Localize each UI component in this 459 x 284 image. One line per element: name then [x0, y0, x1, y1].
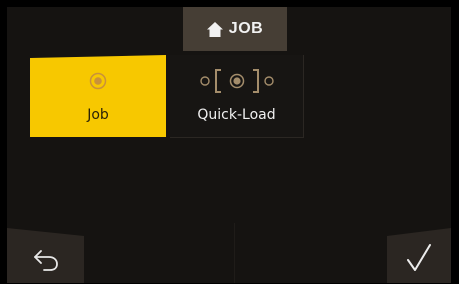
- page-title: JOB: [228, 20, 264, 37]
- page-title-tab: JOB: [183, 7, 287, 51]
- confirm-button[interactable]: [387, 228, 451, 283]
- back-button[interactable]: [7, 228, 84, 283]
- device-frame: JOB Job Quick-Load: [0, 0, 459, 284]
- back-arrow-icon: [32, 248, 60, 277]
- tile-job-label: Job: [87, 107, 109, 123]
- tile-job[interactable]: Job: [30, 55, 166, 137]
- checkmark-icon: [405, 243, 433, 278]
- target-icon: [88, 71, 108, 95]
- quick-load-icon: [199, 67, 275, 99]
- tile-quick-load[interactable]: Quick-Load: [170, 55, 304, 138]
- home-icon[interactable]: [206, 21, 223, 37]
- footer-divider: [234, 223, 235, 283]
- tile-quick-load-label: Quick-Load: [197, 107, 276, 123]
- screen: JOB Job Quick-Load: [7, 7, 451, 283]
